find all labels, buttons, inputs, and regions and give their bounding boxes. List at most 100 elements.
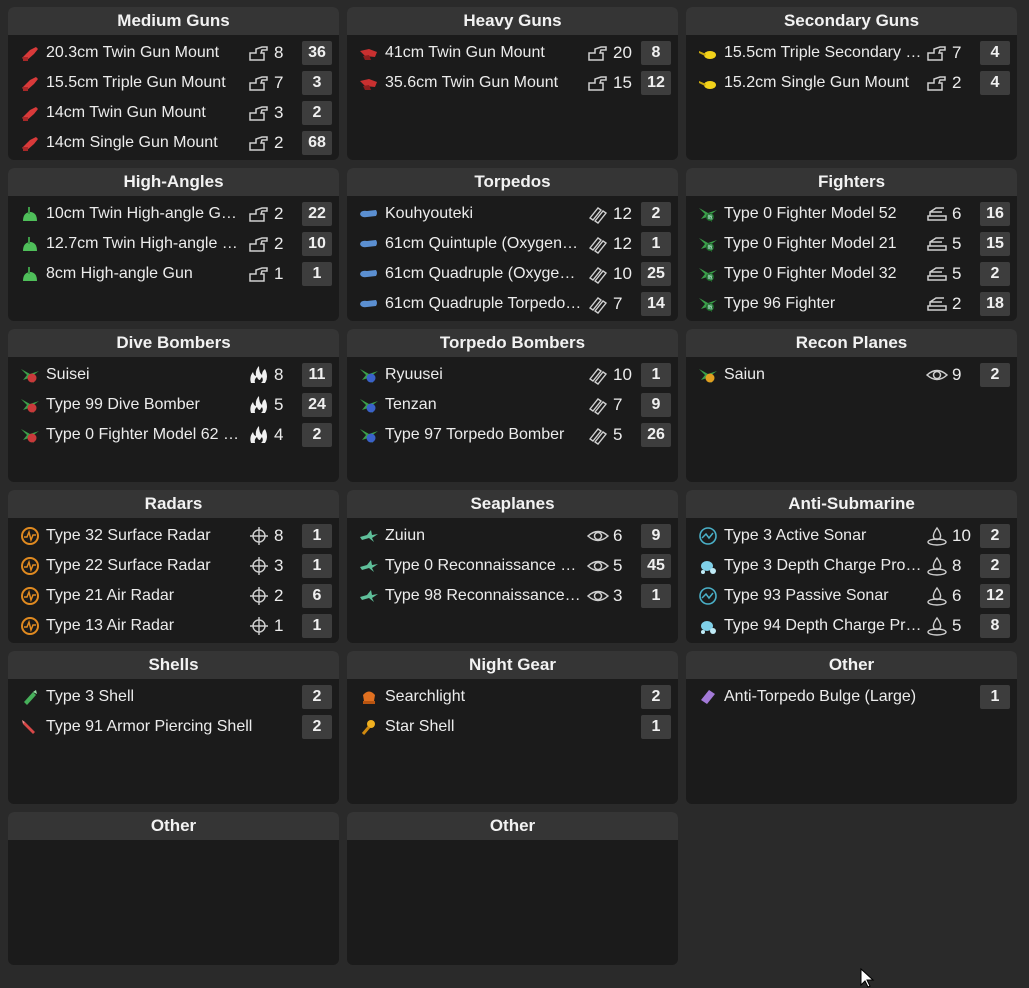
asw-stat-icon [926,556,952,576]
equipment-row[interactable]: Zuiun 6 9 [347,521,678,551]
count-badge: 15 [980,232,1010,256]
stat-value: 20 [613,43,632,62]
equipment-row[interactable]: 61cm Quadruple (Oxygen) Torpedo Mount 10 2… [347,259,678,289]
equipment-row[interactable]: Type 21 Air Radar 2 6 [8,581,339,611]
count-badge: 14 [641,292,671,316]
count-badge: 18 [980,292,1010,316]
equipment-row[interactable]: Type 93 Passive Sonar 6 12 [686,581,1017,611]
equipment-stat: 2 [248,133,294,153]
equipment-row[interactable]: Type 0 Fighter Model 62 (Fighter-bomber)… [8,420,339,450]
equipment-row[interactable]: Type 94 Depth Charge Projector 58 [686,611,1017,641]
heavy-gun-icon [359,73,379,93]
equipment-stat: 5 [926,234,972,254]
firepower-icon [248,264,274,284]
equipment-row[interactable]: Tenzan 7 9 [347,390,678,420]
count-badge: 25 [641,262,671,286]
torpedo-stat-icon [587,294,613,314]
firepower-icon [587,43,613,63]
equipment-stat: 7 [248,73,294,93]
equipment-row[interactable]: Type 3 Shell 2 [8,682,339,712]
equipment-row[interactable]: 15.5cm Triple Secondary Gun Mount 74 [686,38,1017,68]
equipment-row[interactable]: Type 32 Surface Radar 8 1 [8,521,339,551]
equipment-stat: 12 [587,234,633,254]
equipment-row[interactable]: 戦 Type 0 Fighter Model 21 5 15 [686,229,1017,259]
panel-title: Fighters [686,168,1017,196]
count-badge: 68 [302,131,332,155]
panel-heavy-guns: Heavy Guns 41cm Twin Gun Mount 20 8 35.6cm T… [347,7,678,160]
stat-value: 2 [274,234,284,253]
stat-value: 5 [952,616,962,635]
equipment-row[interactable]: Type 13 Air Radar 1 1 [8,611,339,641]
equipment-row[interactable]: 14cm Twin Gun Mount 3 2 [8,98,339,128]
equipment-stat: 1 [248,264,294,284]
seaplane-icon [359,586,379,606]
equipment-row[interactable]: 35.6cm Twin Gun Mount 15 12 [347,68,678,98]
equipment-row[interactable]: Kouhyouteki 12 2 [347,199,678,229]
firepower-icon [248,204,274,224]
equipment-row[interactable]: 61cm Quintuple (Oxygen) Torpedo Mount 12 1 [347,229,678,259]
panel-recon-planes: Recon Planes Saiun 9 2 [686,329,1017,482]
stat-value: 10 [613,264,632,283]
equipment-row[interactable]: 8cm High-angle Gun 1 1 [8,259,339,289]
equipment-name: Kouhyouteki [385,205,474,222]
equipment-stat: 15 [587,73,633,93]
equipment-stat: 7 [926,43,972,63]
stat-value: 10 [613,365,632,384]
svg-text:戦: 戦 [707,244,712,251]
torpedo-stat-icon [587,204,613,224]
equipment-stat: 8 [926,556,972,576]
green-gun-icon [20,264,40,284]
red-gun-icon [20,103,40,123]
equipment-row[interactable]: 15.5cm Triple Gun Mount 7 3 [8,68,339,98]
depth-charge-icon [698,616,718,636]
equipment-row[interactable]: Anti-Torpedo Bulge (Large) 1 [686,682,1017,712]
equipment-row[interactable]: 戦 Type 0 Fighter Model 52 6 16 [686,199,1017,229]
equipment-row[interactable]: 61cm Quadruple Torpedo Mount 7 14 [347,289,678,319]
equipment-row[interactable]: Type 91 Armor Piercing Shell 2 [8,712,339,742]
equipment-row[interactable]: 20.3cm Twin Gun Mount 8 36 [8,38,339,68]
accuracy-crosshair-icon [248,616,274,636]
equipment-row[interactable]: Type 22 Surface Radar 3 1 [8,551,339,581]
equipment-stat: 8 [248,526,294,546]
panel-title: Radars [8,490,339,518]
los-eye-icon [587,526,613,546]
equipment-row[interactable]: Ryuusei 10 1 [347,360,678,390]
dive-bomber-icon [20,365,40,385]
yellow-gun-icon [698,73,718,93]
stat-value: 1 [274,264,284,283]
count-badge: 1 [641,363,671,387]
equipment-row[interactable]: Suisei 8 11 [8,360,339,390]
stat-value: 6 [952,204,962,223]
equipment-row[interactable]: 10cm Twin High-angle Gun Mount222 [8,199,339,229]
stat-value: 8 [274,526,284,545]
sonar-icon [698,586,718,606]
equipment-row[interactable]: Type 0 Reconnaissance Seaplane 5 45 [347,551,678,581]
equipment-name: 15.2cm Single Gun Mount [724,74,909,91]
equipment-row[interactable]: Star Shell 1 [347,712,678,742]
equipment-name: 15.5cm Triple Secondary Gun Mount [724,44,922,61]
equipment-row[interactable]: 15.2cm Single Gun Mount 2 4 [686,68,1017,98]
equipment-stat: 5 [926,264,972,284]
equipment-list: 15.5cm Triple Secondary Gun Mount7415.2c… [686,35,1017,98]
equipment-row[interactable]: Searchlight 2 [347,682,678,712]
equipment-list: Type 32 Surface Radar 8 1 Type 22 Surface R… [8,518,339,641]
equipment-stat: 3 [248,556,294,576]
equipment-row[interactable]: Type 3 Depth Charge Projector 82 [686,551,1017,581]
equipment-row[interactable]: 41cm Twin Gun Mount 20 8 [347,38,678,68]
count-badge: 12 [980,584,1010,608]
stat-value: 7 [613,294,623,313]
equipment-row[interactable]: 14cm Single Gun Mount 2 68 [8,128,339,158]
equipment-row[interactable]: Type 97 Torpedo Bomber 5 26 [347,420,678,450]
count-badge: 1 [302,524,332,548]
equipment-stat: 2 [248,586,294,606]
equipment-row[interactable]: Type 99 Dive Bomber 5 24 [8,390,339,420]
equipment-row[interactable]: 戦 Type 96 Fighter 2 18 [686,289,1017,319]
count-badge: 2 [302,715,332,739]
equipment-row[interactable]: Type 98 Reconnaissance Seaplane (Night R… [347,581,678,611]
equipment-row[interactable]: 戦 Type 0 Fighter Model 32 5 2 [686,259,1017,289]
green-gun-icon [20,234,40,254]
stat-value: 12 [613,204,632,223]
equipment-row[interactable]: Type 3 Active Sonar 10 2 [686,521,1017,551]
equipment-row[interactable]: 12.7cm Twin High-angle Gun Mount 2 10 [8,229,339,259]
equipment-row[interactable]: Saiun 9 2 [686,360,1017,390]
